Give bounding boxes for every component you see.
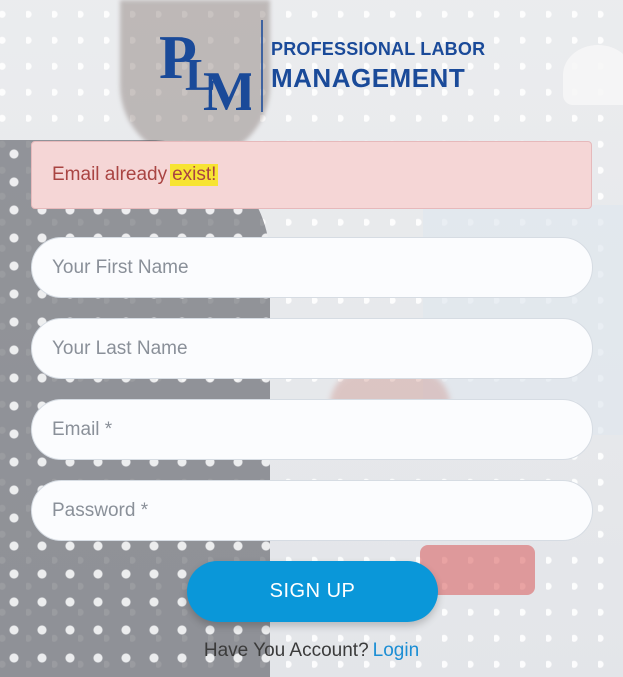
email-input[interactable] — [31, 399, 593, 460]
alert-text: Email already — [52, 164, 168, 185]
error-alert: Email already exist! — [31, 141, 592, 209]
brand-logo: P L M PROFESSIONAL LABOR MANAGEMENT — [159, 18, 485, 114]
logo-divider — [261, 20, 263, 112]
login-prompt: Have You Account? Login — [0, 640, 623, 662]
brand-line-1: PROFESSIONAL LABOR — [271, 38, 486, 59]
have-account-text: Have You Account? — [203, 640, 369, 661]
alert-highlight-text: exist! — [170, 164, 219, 186]
svg-text:M: M — [203, 61, 251, 112]
last-name-input[interactable] — [31, 318, 593, 379]
plm-monogram-icon: P L M — [159, 20, 251, 112]
first-name-input[interactable] — [31, 237, 593, 298]
sign-up-button[interactable]: SIGN UP — [187, 561, 438, 622]
brand-line-2: MANAGEMENT — [271, 62, 466, 93]
login-link[interactable]: Login — [373, 640, 420, 661]
background-lamp — [563, 45, 623, 105]
password-input[interactable] — [31, 480, 593, 541]
brand-name: PROFESSIONAL LABOR MANAGEMENT — [271, 38, 486, 93]
